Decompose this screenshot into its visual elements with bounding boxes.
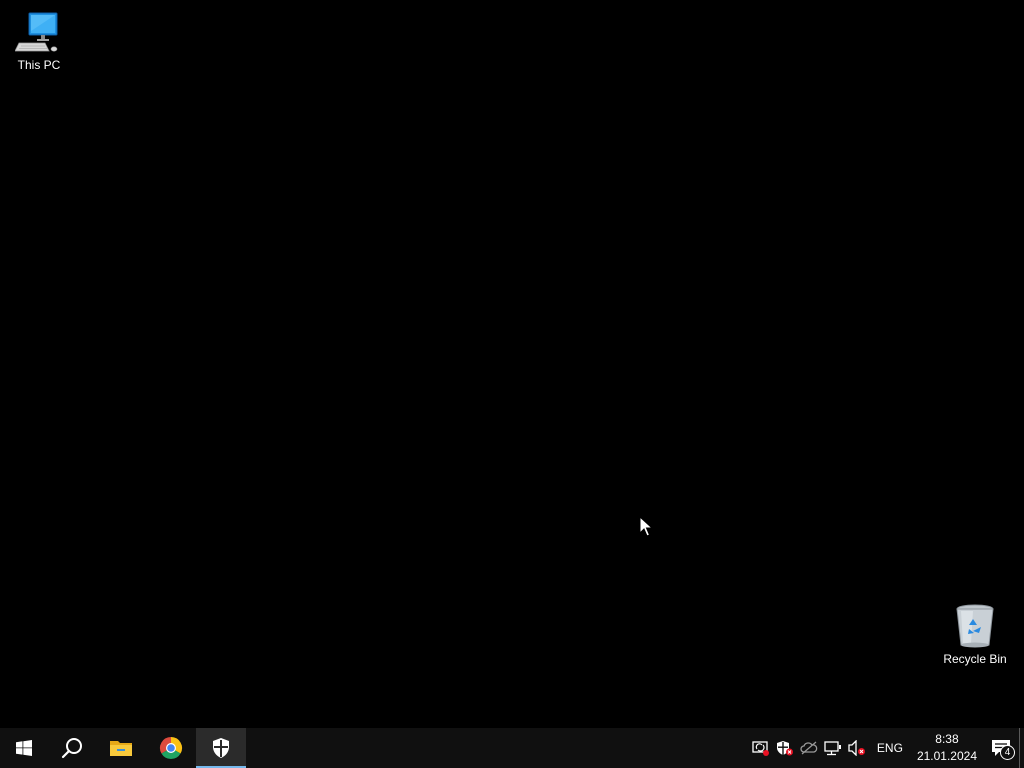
taskbar: ENG 8:38 21.01.2024 4: [0, 728, 1024, 768]
system-tray: ENG 8:38 21.01.2024 4: [749, 728, 1024, 768]
volume-muted-icon: [848, 740, 865, 756]
tray-security-alert[interactable]: [773, 728, 797, 768]
clock-time: 8:38: [935, 732, 959, 746]
tray-volume[interactable]: [845, 728, 869, 768]
security-alert-icon: [776, 741, 793, 756]
windows-security-icon: [213, 738, 229, 758]
taskbar-chrome[interactable]: [146, 728, 196, 768]
tray-network[interactable]: [821, 728, 845, 768]
language-indicator[interactable]: ENG: [869, 728, 911, 768]
show-desktop-button[interactable]: [1019, 728, 1024, 768]
chrome-icon: [159, 737, 183, 760]
taskbar-windows-security[interactable]: [196, 728, 246, 768]
taskbar-file-explorer[interactable]: [96, 728, 146, 768]
desktop-icon-recycle-bin[interactable]: Recycle Bin: [937, 602, 1013, 666]
recycle-bin-icon: [951, 602, 999, 650]
action-center-button[interactable]: 4: [983, 728, 1019, 768]
onedrive-icon: [800, 741, 818, 755]
desktop-icon-label: This PC: [17, 58, 61, 72]
start-button[interactable]: [0, 728, 48, 768]
search-button[interactable]: [48, 728, 96, 768]
desktop[interactable]: This PC Recycle Bin: [0, 0, 1024, 728]
windows-start-icon: [16, 740, 32, 756]
tray-onedrive[interactable]: [797, 728, 821, 768]
search-icon: [61, 738, 82, 759]
tray-remote-assist[interactable]: [749, 728, 773, 768]
network-icon: [824, 741, 841, 756]
file-explorer-icon: [110, 741, 132, 756]
desktop-icon-this-pc[interactable]: This PC: [1, 8, 77, 72]
clock-date: 21.01.2024: [916, 749, 977, 763]
mouse-cursor-icon: [639, 516, 653, 537]
this-pc-icon: [15, 8, 63, 56]
notification-count-badge: 4: [1000, 745, 1015, 760]
remote-assist-icon: [752, 741, 769, 756]
desktop-icon-label: Recycle Bin: [943, 652, 1007, 666]
clock[interactable]: 8:38 21.01.2024: [911, 728, 983, 768]
